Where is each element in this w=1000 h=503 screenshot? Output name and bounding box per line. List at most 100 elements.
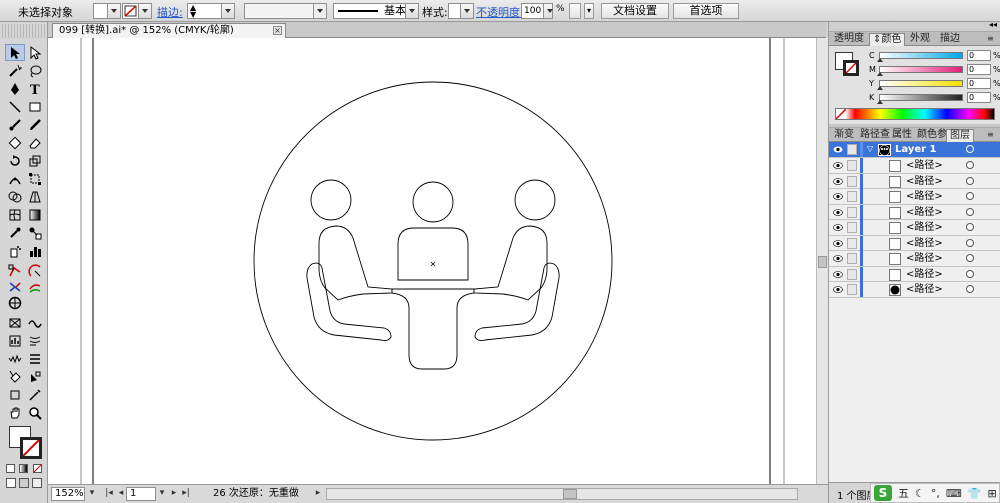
preferences-button[interactable]: 首选项 — [673, 3, 739, 19]
path-target-icon[interactable] — [966, 285, 974, 293]
cyan-slider-row[interactable]: C 0 % — [869, 50, 1000, 62]
color-spectrum-bar[interactable] — [835, 108, 995, 120]
perspective-grid-tool-icon[interactable] — [25, 188, 45, 205]
tab-transparency[interactable]: 透明度 — [831, 33, 867, 46]
magenta-slider[interactable] — [879, 66, 963, 73]
gradient-tool-icon[interactable] — [25, 206, 45, 223]
black-value-input[interactable]: 0 — [967, 92, 991, 103]
path-target-icon[interactable] — [966, 176, 974, 185]
visibility-eye-icon[interactable] — [833, 270, 843, 279]
tab-pathfinder[interactable]: 路径查 — [857, 129, 893, 142]
variable-width-dropdown[interactable] — [313, 3, 327, 19]
last-artboard-icon[interactable]: ▸| — [180, 488, 192, 500]
artboard-tool-icon[interactable] — [5, 262, 25, 279]
ime-mode[interactable]: 五 — [898, 485, 909, 501]
stroke-style-dropdown[interactable] — [405, 3, 419, 19]
path-row[interactable]: <路径> — [829, 204, 1000, 220]
mesh-tool-icon[interactable] — [5, 206, 25, 223]
tools-panel-grip[interactable] — [2, 24, 46, 38]
black-slider-handle[interactable] — [877, 100, 883, 104]
path-row[interactable]: <路径> — [829, 158, 1000, 174]
tab-attributes[interactable]: 属性 — [889, 129, 915, 142]
yellow-value-input[interactable]: 0 — [967, 78, 991, 89]
magenta-slider-row[interactable]: M 0 % — [869, 64, 1000, 76]
cyan-value-input[interactable]: 0 — [967, 50, 991, 61]
tab-appearance[interactable]: 外观 — [907, 33, 933, 46]
horizontal-scroll-thumb[interactable] — [563, 489, 577, 499]
eraser-tool-icon[interactable] — [25, 134, 45, 151]
opacity-link[interactable]: 不透明度: — [476, 4, 524, 20]
eraser-knife-icon[interactable] — [25, 386, 45, 403]
lock-toggle[interactable] — [847, 284, 857, 295]
visibility-eye-icon[interactable] — [833, 161, 843, 170]
path-row[interactable]: <路径> — [829, 235, 1000, 251]
graphic-style-dropdown[interactable] — [460, 3, 474, 19]
status-menu-icon[interactable]: ▸ — [312, 488, 324, 500]
opacity-dropdown[interactable] — [543, 3, 553, 19]
none-mode-icon[interactable] — [33, 464, 42, 473]
draw-behind-icon[interactable] — [19, 478, 29, 488]
stroke-color-swatch[interactable] — [20, 437, 42, 459]
pucker-tool-icon[interactable] — [25, 332, 45, 349]
moon-icon[interactable]: ☾ — [915, 487, 925, 500]
skin-icon[interactable]: 👕 — [968, 487, 982, 500]
path-row[interactable]: <路径> — [829, 189, 1000, 205]
rotate-tool-icon[interactable] — [5, 152, 25, 169]
path-row[interactable]: <路径> — [829, 251, 1000, 267]
path-target-icon[interactable] — [966, 238, 974, 247]
keyboard-icon[interactable]: ⌨ — [946, 487, 962, 500]
pen-tool-icon[interactable] — [5, 80, 25, 97]
paintbrush-tool-icon[interactable] — [5, 116, 25, 133]
symbol-sprayer-tool-icon[interactable] — [5, 242, 25, 259]
path-row[interactable]: <路径> — [829, 220, 1000, 236]
direct-selection-tool-icon[interactable] — [25, 44, 45, 61]
blend-tool-icon[interactable] — [25, 224, 45, 241]
scissors-tool-icon[interactable] — [5, 278, 25, 295]
visibility-eye-icon[interactable] — [833, 223, 843, 232]
yellow-slider[interactable] — [879, 80, 963, 87]
vertical-scrollbar[interactable] — [816, 38, 828, 484]
stroke-indicator[interactable] — [843, 60, 859, 76]
lock-toggle[interactable] — [847, 237, 857, 249]
stroke-style-field[interactable]: 基本 — [333, 3, 411, 19]
stroke-weight-dropdown[interactable] — [221, 3, 235, 19]
stroke-dropdown[interactable] — [138, 3, 152, 19]
zoom-tool-icon[interactable] — [25, 404, 45, 421]
magenta-value-input[interactable]: 0 — [967, 64, 991, 75]
knife-tool-icon[interactable] — [25, 278, 45, 295]
zoom-level-field[interactable]: 152% — [51, 487, 85, 501]
selection-tool-icon[interactable] — [5, 44, 25, 61]
lock-toggle[interactable] — [847, 253, 857, 264]
lasso-tool-icon[interactable] — [25, 62, 45, 79]
color-mode-icon[interactable] — [6, 464, 15, 473]
draw-normal-icon[interactable] — [6, 478, 16, 488]
black-slider-row[interactable]: K 0 % — [869, 92, 1000, 104]
lock-toggle[interactable] — [847, 268, 857, 280]
path-target-icon[interactable] — [966, 161, 974, 169]
symbol-tool-icon[interactable] — [5, 294, 25, 311]
warp-tool-icon[interactable] — [5, 314, 25, 331]
panel-dock-grip[interactable]: ◂◂ — [829, 20, 1000, 32]
expand-triangle-icon[interactable]: ▽ — [867, 144, 873, 153]
layer-target-icon[interactable] — [966, 145, 974, 153]
scale-tool-icon[interactable] — [25, 152, 45, 169]
slice-tool-icon[interactable] — [25, 262, 45, 279]
layer-row-layer-1[interactable]: ▽ Layer 1 — [829, 142, 1000, 158]
width-tool-icon[interactable] — [5, 170, 25, 187]
ime-toolbar[interactable]: S 五 ☾ °, ⌨ 👕 ⊞ — [870, 483, 1000, 503]
lock-toggle[interactable] — [847, 160, 857, 171]
tab-stroke[interactable]: 描边 — [937, 33, 963, 46]
collapse-panels-icon[interactable]: ◂◂ — [989, 20, 997, 29]
tab-gradient[interactable]: 渐变 — [831, 129, 857, 142]
stroke-link[interactable]: 描边: — [157, 4, 183, 20]
visibility-eye-icon[interactable] — [833, 285, 843, 294]
tab-color-guide[interactable]: 颜色参 — [914, 129, 950, 142]
panel-menu-button[interactable]: ▾ — [584, 3, 594, 19]
rectangle-tool-icon[interactable] — [25, 98, 45, 115]
path-row[interactable]: <路径> — [829, 173, 1000, 189]
visibility-eye-icon[interactable] — [833, 254, 843, 263]
next-artboard-icon[interactable]: ▸ — [168, 488, 180, 500]
zoom-dropdown-icon[interactable]: ▾ — [86, 488, 98, 500]
close-tab-icon[interactable]: × — [273, 26, 282, 35]
lock-toggle[interactable] — [847, 191, 857, 202]
